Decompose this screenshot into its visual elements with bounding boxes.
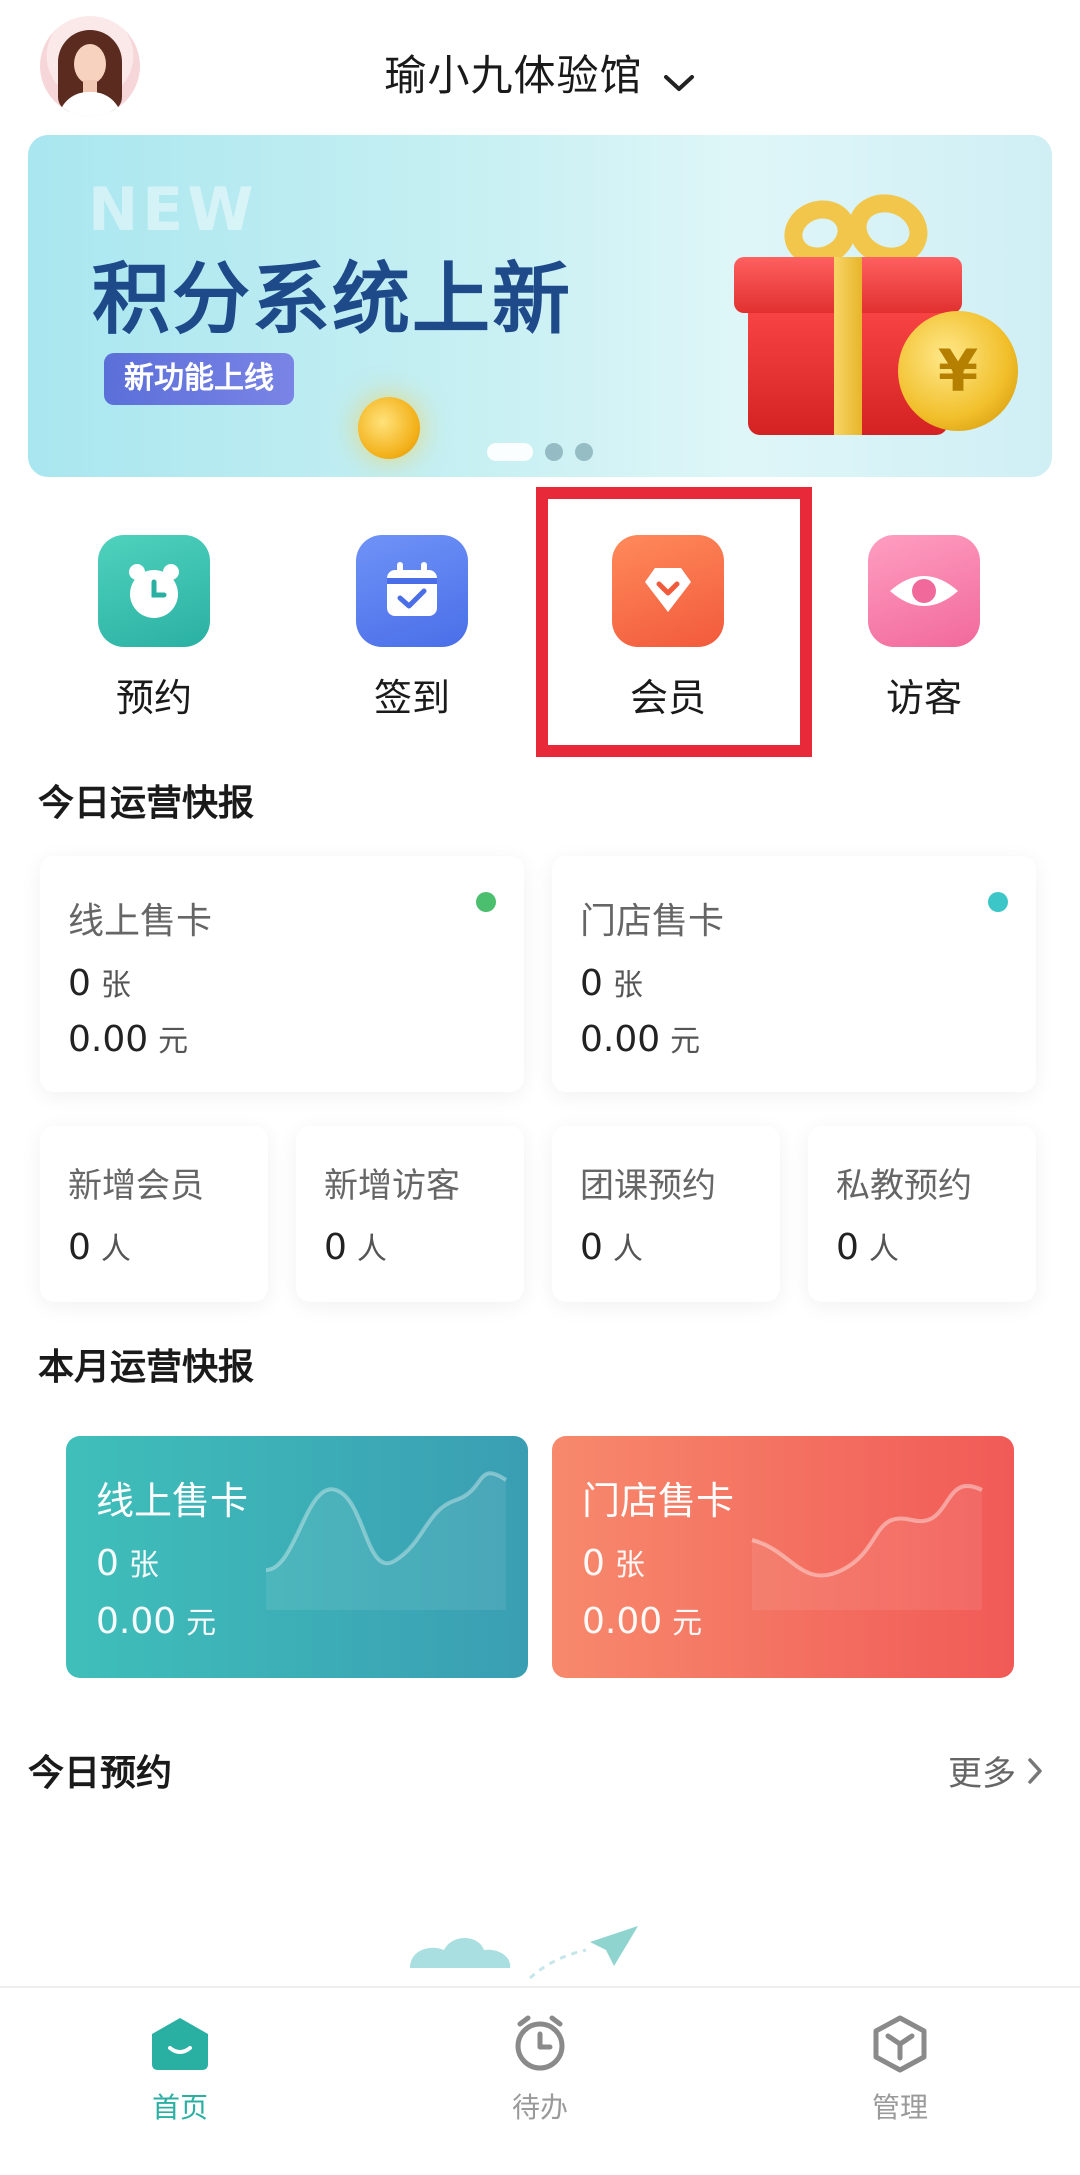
month-report-title: 本月运营快报 [38,1347,255,1388]
pagination-dot-3[interactable] [575,443,593,461]
wave-decoration [265,1471,508,1610]
more-link[interactable]: 更多 [948,1746,1044,1795]
card-amount: 0.00 元 [582,1601,703,1642]
home-page: 瑜小九体验馆 NEW 积分系统上新 新功能上线 ¥ 预约 签到 会员 访客 今日… [0,0,1080,2175]
new-visitors-card[interactable]: 新增访客 0人 [296,1126,524,1302]
today-report-title: 今日运营快报 [38,783,255,824]
quick-action-visitor[interactable]: 访客 [824,535,1024,722]
month-online-card[interactable]: 线上售卡 0张 0.00 元 [66,1436,528,1678]
card-value: 0人 [836,1227,899,1268]
bottom-nav: 首页 待办 管理 [0,1986,1080,2175]
pagination-dot-2[interactable] [545,443,563,461]
card-count: 0张 [68,963,131,1004]
month-store-card[interactable]: 门店售卡 0张 0.00 元 [552,1436,1014,1678]
chevron-down-icon [663,74,694,91]
gift-ribbon [834,257,862,435]
tab-manage[interactable]: 管理 [810,2012,990,2126]
yuan-coin-icon: ¥ [898,311,1018,431]
group-class-booking-card[interactable]: 团课预约 0人 [552,1126,780,1302]
card-count: 0张 [582,1543,645,1584]
card-count: 0张 [580,963,643,1004]
pagination-dot-1[interactable] [487,443,533,461]
store-switcher[interactable]: 瑜小九体验馆 [0,42,1080,103]
quick-action-booking[interactable]: 预约 [54,535,254,722]
chevron-right-icon [1028,1757,1042,1784]
cube-icon [868,2012,932,2076]
header: 瑜小九体验馆 [0,0,1080,135]
wave-decoration [751,1483,983,1610]
private-class-booking-card[interactable]: 私教预约 0人 [808,1126,1036,1302]
banner-headline: 积分系统上新 [92,255,573,345]
quick-action-checkin[interactable]: 签到 [312,535,512,722]
clock-icon [508,2012,572,2076]
tab-todo[interactable]: 待办 [450,2012,630,2126]
card-value: 0人 [324,1227,387,1268]
today-online-card[interactable]: 线上售卡 0张 0.00 元 [40,856,524,1092]
home-icon [148,2012,212,2076]
card-amount: 0.00 元 [96,1601,217,1642]
store-name: 瑜小九体验馆 [384,51,643,100]
quick-action-label: 预约 [115,676,192,720]
status-dot [476,892,496,912]
eye-icon [868,535,980,647]
banner-tag: 新功能上线 [104,353,294,405]
card-value: 0人 [580,1227,643,1268]
new-members-card[interactable]: 新增会员 0人 [40,1126,268,1302]
promo-banner[interactable]: NEW 积分系统上新 新功能上线 ¥ [28,135,1052,477]
card-title: 私教预约 [836,1166,972,1206]
card-amount: 0.00 元 [580,1019,701,1060]
banner-ghost-text: NEW [88,175,258,245]
tab-label: 首页 [151,2091,208,2124]
card-title: 门店售卡 [582,1479,735,1523]
quick-action-label: 签到 [373,676,450,720]
card-title: 线上售卡 [96,1479,249,1523]
card-amount: 0.00 元 [68,1019,189,1060]
card-title: 门店售卡 [580,901,725,942]
tab-label: 待办 [511,2091,568,2124]
card-value: 0人 [68,1227,131,1268]
card-title: 团课预约 [580,1166,716,1206]
status-dot [988,892,1008,912]
tab-label: 管理 [871,2091,928,2124]
calendar-check-icon [356,535,468,647]
today-booking-title: 今日预约 [28,1753,173,1794]
banner-pagination [28,443,1052,461]
card-title: 线上售卡 [68,901,213,942]
more-label: 更多 [948,1754,1016,1794]
today-store-card[interactable]: 门店售卡 0张 0.00 元 [552,856,1036,1092]
empty-state-illustration [410,1926,638,1980]
card-title: 新增访客 [324,1166,460,1206]
alarm-clock-icon [98,535,210,647]
highlight-box [536,487,812,757]
card-title: 新增会员 [68,1166,204,1206]
quick-action-label: 访客 [885,676,962,720]
card-count: 0张 [96,1543,159,1584]
tab-home[interactable]: 首页 [90,2012,270,2126]
